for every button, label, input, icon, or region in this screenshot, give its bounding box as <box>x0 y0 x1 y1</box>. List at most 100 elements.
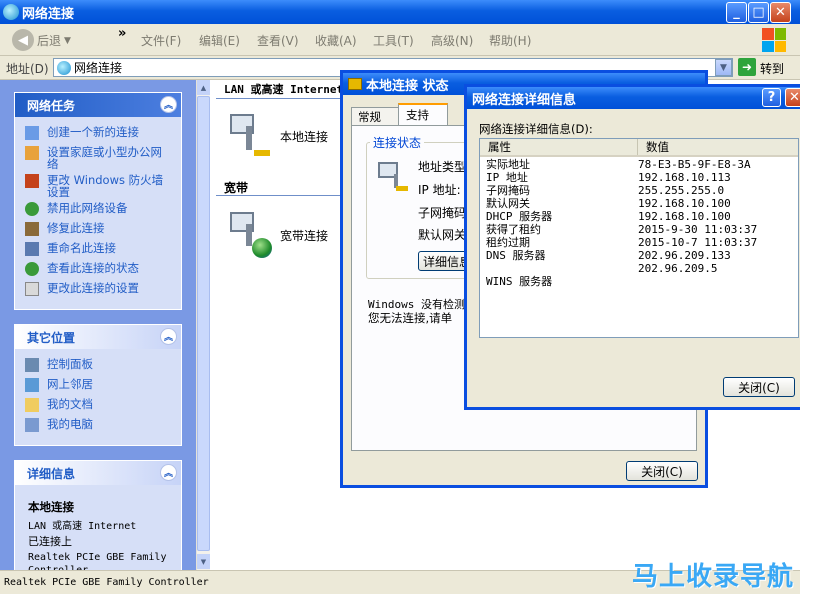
network-places-icon <box>25 378 39 392</box>
details-dialog-title: 网络连接详细信息 <box>472 92 577 108</box>
detail-row[interactable]: WINS 服务器 <box>480 275 798 288</box>
collapse-chevron-icon[interactable]: ︽ <box>160 328 177 345</box>
task-rename[interactable]: 重命名此连接 <box>25 242 116 256</box>
back-dropdown-icon[interactable]: ▼ <box>64 36 71 46</box>
window-titlebar[interactable]: 网络连接 _ □ ✕ <box>0 0 800 24</box>
details-dialog-titlebar[interactable]: 网络连接详细信息 ? ✕ <box>467 87 807 109</box>
detail-value: 202.96.209.133 <box>638 249 731 262</box>
detail-property: 默认网关 <box>486 197 530 210</box>
place-my-computer[interactable]: 我的电脑 <box>25 418 93 432</box>
network-details-dialog: 网络连接详细信息 ? ✕ 网络连接详细信息(D): 属性 数值 实际地址 78-E… <box>464 84 810 410</box>
detail-row[interactable]: DHCP 服务器 192.168.10.100 <box>480 210 798 223</box>
detail-row[interactable]: 获得了租约 2015-9-30 11:03:37 <box>480 223 798 236</box>
detail-value: 192.168.10.113 <box>638 171 731 184</box>
minimize-button[interactable]: _ <box>726 2 747 23</box>
network-tasks-panel: 网络任务 ︽ 创建一个新的连接 设置家庭或小型办公网络 更改 Windows 防… <box>14 92 182 310</box>
windows-logo-icon <box>762 28 786 52</box>
address-dropdown-icon[interactable]: ▼ <box>715 59 732 76</box>
go-arrow-icon[interactable]: ➜ <box>738 58 756 76</box>
detail-value: 255.255.255.0 <box>638 184 725 197</box>
detail-row[interactable]: 租约过期 2015-10-7 11:03:37 <box>480 236 798 249</box>
watermark: 马上收录导航 <box>632 562 795 592</box>
task-disable-device[interactable]: 禁用此网络设备 <box>25 202 128 216</box>
detail-row[interactable]: 默认网关 192.168.10.100 <box>480 197 798 210</box>
place-my-documents[interactable]: 我的文档 <box>25 398 93 412</box>
task-firewall[interactable]: 更改 Windows 防火墙设置 <box>25 174 165 198</box>
detail-property <box>480 262 638 275</box>
detail-row[interactable]: IP 地址 192.168.10.113 <box>480 171 798 184</box>
tab-general[interactable]: 常规 <box>351 107 399 125</box>
network-folder-icon <box>57 61 71 75</box>
toolbar-chevron-icon[interactable]: » <box>118 26 126 41</box>
address-label: 地址(D) <box>6 62 49 76</box>
detail-property: 子网掩码 <box>486 184 530 197</box>
back-arrow-icon[interactable]: ◀ <box>12 29 34 51</box>
place-network-neighborhood[interactable]: 网上邻居 <box>25 378 93 392</box>
scroll-down-icon[interactable]: ▼ <box>197 554 210 569</box>
collapse-chevron-icon[interactable]: ︽ <box>160 96 177 113</box>
field-subnet-mask: 子网掩码 <box>418 206 467 220</box>
detail-row[interactable]: 202.96.209.5 <box>480 262 798 275</box>
close-button[interactable]: ✕ <box>770 2 791 23</box>
local-connection-label[interactable]: 本地连接 <box>280 128 328 145</box>
firewall-icon <box>25 174 39 188</box>
details-device: Realtek PCIe GBE Family Controller <box>28 552 167 570</box>
status-close-button[interactable]: 关闭(C) <box>626 461 698 481</box>
details-list-header: 属性 数值 <box>480 139 798 157</box>
column-header-value[interactable]: 数值 <box>638 139 669 155</box>
view-status-icon <box>25 262 39 276</box>
local-connection-icon[interactable] <box>226 110 272 158</box>
task-change-settings[interactable]: 更改此连接的设置 <box>25 282 139 296</box>
detail-value: 192.168.10.100 <box>638 197 731 210</box>
left-pane-scrollbar[interactable]: ▲ ▼ <box>196 80 210 570</box>
details-close-button[interactable]: 关闭(C) <box>723 377 795 397</box>
menu-favorites[interactable]: 收藏(A) <box>315 32 357 49</box>
menu-view[interactable]: 查看(V) <box>257 32 299 49</box>
place-control-panel[interactable]: 控制面板 <box>25 358 93 372</box>
detail-property: 租约过期 <box>486 236 530 249</box>
task-home-network[interactable]: 设置家庭或小型办公网络 <box>25 146 165 170</box>
detail-property: DHCP 服务器 <box>486 210 553 223</box>
detail-value: 192.168.10.100 <box>638 210 731 223</box>
task-repair[interactable]: 修复此连接 <box>25 222 105 236</box>
detail-row[interactable]: 子网掩码 255.255.255.0 <box>480 184 798 197</box>
detail-value: 78-E3-B5-9F-E8-3A <box>638 158 751 171</box>
broadband-connection-icon[interactable] <box>226 208 272 258</box>
back-button[interactable]: 后退 <box>37 32 61 49</box>
menu-edit[interactable]: 编辑(E) <box>199 32 240 49</box>
menu-file[interactable]: 文件(F) <box>141 32 181 49</box>
menu-tools[interactable]: 工具(T) <box>373 32 414 49</box>
menu-advanced[interactable]: 高级(N) <box>431 32 473 49</box>
tab-support[interactable]: 支持 <box>398 103 448 126</box>
broadband-connection-label[interactable]: 宽带连接 <box>280 227 328 244</box>
help-button[interactable]: ? <box>762 88 781 107</box>
task-view-status[interactable]: 查看此连接的状态 <box>25 262 139 276</box>
details-panel: 详细信息 ︽ 本地连接 LAN 或高速 Internet 已连接上 Realte… <box>14 460 182 570</box>
details-listview[interactable]: 属性 数值 实际地址 78-E3-B5-9F-E8-3A IP 地址 192.168.… <box>479 138 799 338</box>
details-list-label: 网络连接详细信息(D): <box>479 122 593 136</box>
column-header-property[interactable]: 属性 <box>480 139 638 155</box>
group-header-lan: LAN 或高速 Internet <box>224 83 344 96</box>
connection-status-label: 连接状态 <box>370 134 425 151</box>
details-title: 详细信息 <box>27 466 76 481</box>
detail-row[interactable]: DNS 服务器 202.96.209.133 <box>480 249 798 262</box>
other-places-title: 其它位置 <box>27 330 76 345</box>
repair-wrench-icon <box>25 222 39 236</box>
scroll-up-icon[interactable]: ▲ <box>197 80 210 95</box>
go-button[interactable]: 转到 <box>760 60 784 77</box>
detail-property: IP 地址 <box>486 171 528 184</box>
menubar: ◀ 后退 ▼ » 文件(F) 编辑(E) 查看(V) 收藏(A) 工具(T) 高… <box>0 24 800 56</box>
home-network-icon <box>25 146 39 160</box>
new-connection-icon <box>25 126 39 140</box>
maximize-button[interactable]: □ <box>748 2 769 23</box>
status-text: Realtek PCIe GBE Family Controller <box>4 577 209 588</box>
scroll-thumb[interactable] <box>197 96 210 551</box>
detail-row[interactable]: 实际地址 78-E3-B5-9F-E8-3A <box>480 158 798 171</box>
task-create-connection[interactable]: 创建一个新的连接 <box>25 126 139 140</box>
menu-help[interactable]: 帮助(H) <box>489 32 531 49</box>
window-title: 网络连接 <box>22 6 75 22</box>
my-computer-icon <box>25 418 39 432</box>
settings-checklist-icon <box>25 282 39 296</box>
details-connection-name: 本地连接 <box>28 500 74 514</box>
collapse-chevron-icon[interactable]: ︽ <box>160 464 177 481</box>
